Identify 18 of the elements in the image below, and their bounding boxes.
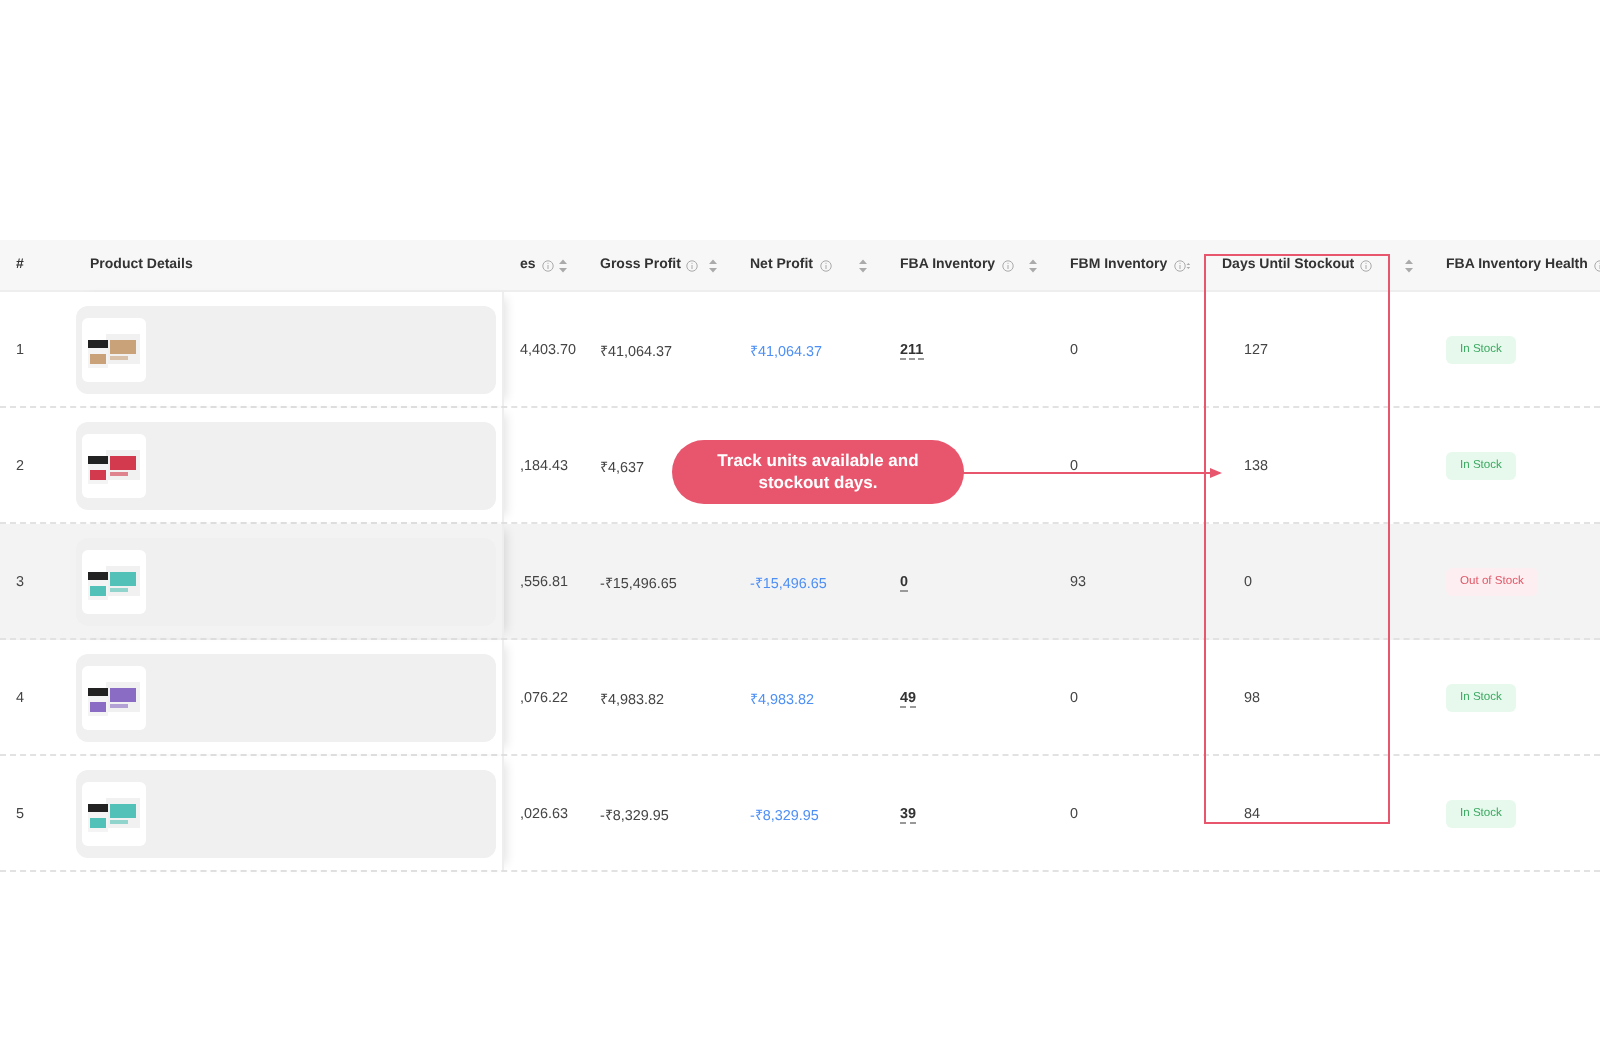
info-icon: [819, 259, 831, 271]
info-icon: [1360, 259, 1373, 271]
info-icon: [1173, 259, 1186, 271]
info-icon: [686, 259, 699, 271]
product-card[interactable]: [76, 653, 496, 741]
callout: Track units available and stockout days.: [672, 440, 964, 504]
sort-icon[interactable]: [858, 257, 868, 273]
info-icon: [541, 259, 554, 271]
sort-icon[interactable]: [1028, 257, 1038, 273]
sort-icon[interactable]: [1404, 257, 1414, 273]
info-icon: [1001, 259, 1014, 271]
sort-icon[interactable]: [708, 257, 718, 273]
product-card[interactable]: [76, 769, 496, 857]
product-card[interactable]: [76, 421, 496, 509]
product-card[interactable]: [76, 537, 496, 625]
product-card[interactable]: [76, 305, 496, 393]
sort-icon[interactable]: [558, 257, 568, 273]
sort-icon[interactable]: [1185, 257, 1190, 273]
